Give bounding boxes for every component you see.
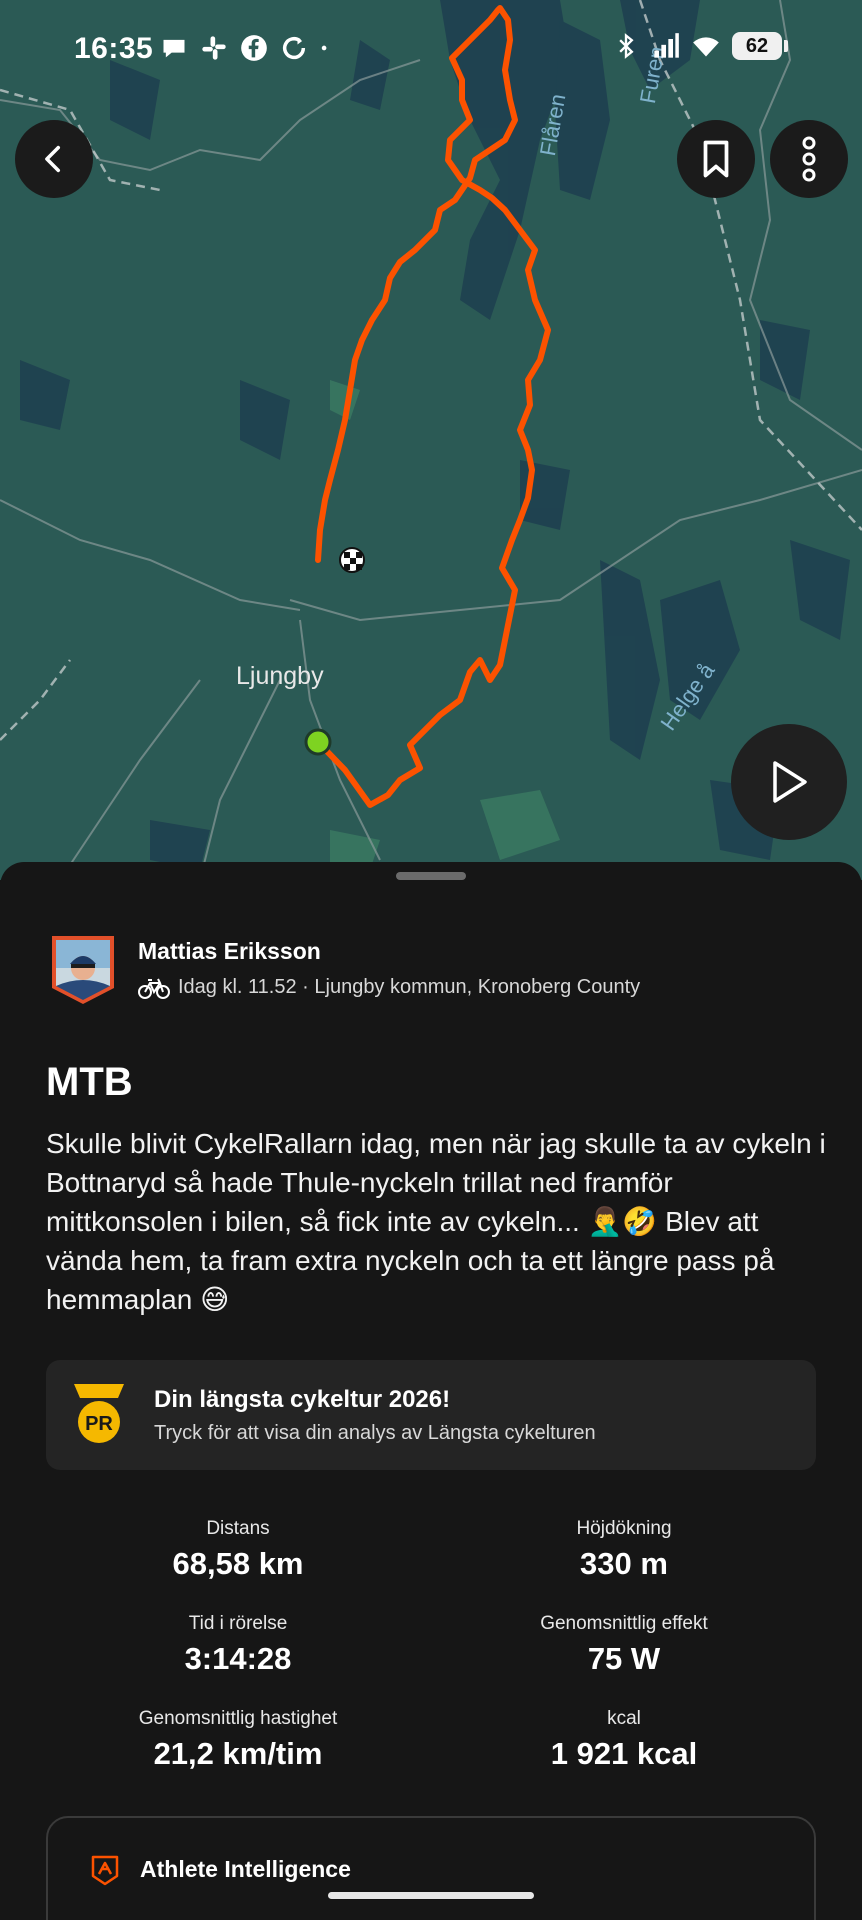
pr-title: Din längsta cykeltur 2026! xyxy=(154,1386,451,1413)
drag-handle[interactable] xyxy=(396,872,466,880)
stat-label: Höjdökning xyxy=(576,1518,672,1539)
stat-calories: kcal 1 921 kcal xyxy=(434,1708,814,1772)
status-time: 16:35 xyxy=(74,32,154,65)
pr-achievement-card[interactable]: PR Din längsta cykeltur 2026! Tryck för … xyxy=(46,1360,816,1470)
stat-distance: Distans 68,58 km xyxy=(48,1518,428,1582)
stat-avg-power: Genomsnittlig effekt 75 W xyxy=(434,1613,814,1677)
slack-icon xyxy=(202,36,226,60)
stat-label: Distans xyxy=(206,1518,270,1539)
more-options-button[interactable] xyxy=(770,120,848,198)
stat-elevation: Höjdökning 330 m xyxy=(434,1518,814,1582)
flyover-play-button[interactable] xyxy=(731,724,847,840)
stat-value: 1 921 kcal xyxy=(550,1736,698,1771)
status-bar: 16:35 62 xyxy=(0,0,862,96)
bluetooth-icon xyxy=(619,33,634,59)
stat-value: 75 W xyxy=(587,1641,661,1676)
stat-avg-speed: Genomsnittlig hastighet 21,2 km/tim xyxy=(48,1708,428,1772)
bike-icon xyxy=(138,978,170,999)
home-indicator[interactable] xyxy=(328,1892,534,1899)
stat-value: 3:14:28 xyxy=(184,1641,292,1676)
chat-bubble-icon xyxy=(163,39,185,58)
stat-value: 330 m xyxy=(580,1546,668,1581)
map-label-town: Ljungby xyxy=(236,662,324,690)
back-button[interactable] xyxy=(15,120,93,198)
more-vertical-icon xyxy=(802,136,816,182)
sync-icon xyxy=(282,37,306,60)
pr-medal-icon: PR xyxy=(74,1384,124,1443)
stat-moving-time: Tid i rörelse 3:14:28 xyxy=(48,1613,428,1677)
play-icon xyxy=(773,761,807,803)
bookmark-icon xyxy=(703,140,729,178)
dot-icon xyxy=(321,45,327,51)
athlete-name[interactable]: Mattias Eriksson xyxy=(138,938,321,965)
finish-marker xyxy=(339,547,365,573)
stat-label: Genomsnittlig effekt xyxy=(540,1613,708,1634)
athlete-intelligence-card[interactable]: Athlete Intelligence xyxy=(46,1816,816,1920)
stat-label: kcal xyxy=(607,1708,641,1729)
stat-label: Genomsnittlig hastighet xyxy=(138,1708,338,1729)
stat-value: 68,58 km xyxy=(172,1546,304,1581)
signal-icon xyxy=(654,33,679,58)
start-marker xyxy=(304,728,332,756)
pr-subtitle: Tryck för att visa din analys av Längsta… xyxy=(154,1422,596,1444)
activity-sheet: Mattias Eriksson Idag kl. 11.52 · Ljungb… xyxy=(0,862,862,1920)
stat-value: 21,2 km/tim xyxy=(153,1736,323,1771)
athlete-intelligence-icon xyxy=(91,1855,119,1886)
athlete-intelligence-title: Athlete Intelligence xyxy=(140,1856,351,1882)
stat-label: Tid i rörelse xyxy=(188,1613,288,1634)
bookmark-button[interactable] xyxy=(677,120,755,198)
facebook-icon xyxy=(241,35,267,61)
activity-meta-text: Idag kl. 11.52 · Ljungby kommun, Kronobe… xyxy=(178,976,641,998)
route-map[interactable]: Ljungby Flåren Furen Helge å 16:35 62 xyxy=(0,0,862,880)
chevron-left-icon xyxy=(45,145,61,173)
wifi-icon xyxy=(693,37,719,57)
battery-icon: 62 xyxy=(732,32,788,60)
activity-meta: Idag kl. 11.52 · Ljungby kommun, Kronobe… xyxy=(138,976,640,999)
athlete-avatar[interactable] xyxy=(50,934,116,1006)
activity-title: MTB xyxy=(46,1060,133,1104)
battery-level: 62 xyxy=(732,32,782,60)
pr-badge-text: PR xyxy=(85,1413,113,1435)
activity-description: Skulle blivit CykelRallarn idag, men när… xyxy=(46,1128,826,1315)
